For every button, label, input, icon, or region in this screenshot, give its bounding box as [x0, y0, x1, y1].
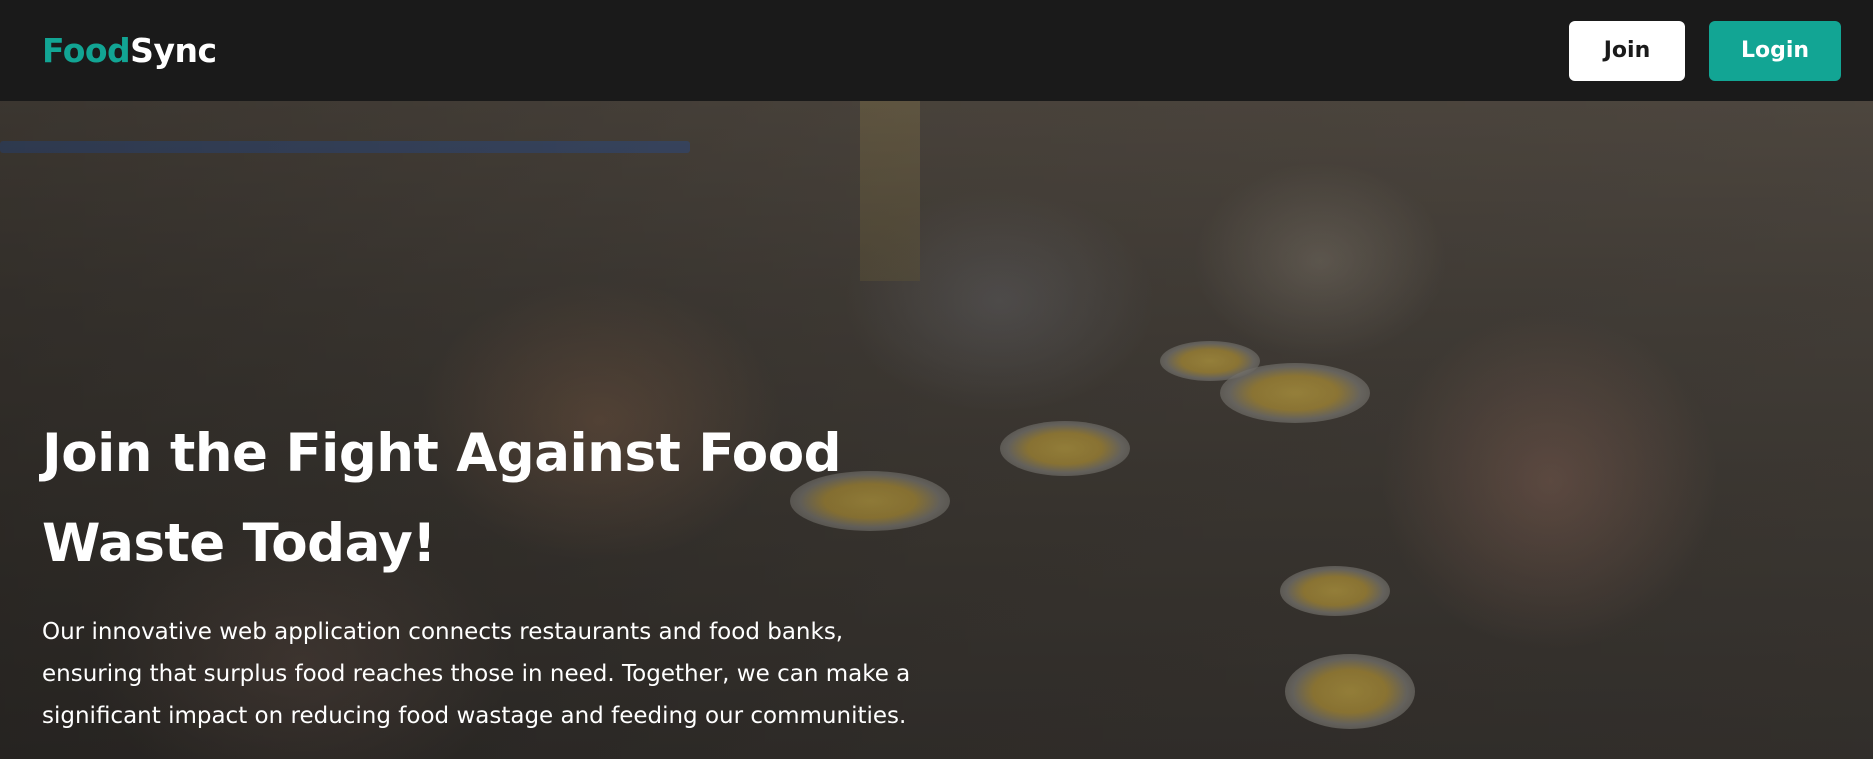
logo-text-sync: Sync: [130, 31, 217, 70]
top-navbar: Food Sync Join Login: [0, 0, 1873, 101]
logo-text-food: Food: [42, 31, 131, 70]
login-button[interactable]: Login: [1709, 20, 1841, 81]
hero-description: Our innovative web application connects …: [42, 619, 911, 729]
hero-section: Join the Fight Against Food Waste Today!…: [0, 101, 1873, 759]
hero-content: Join the Fight Against Food Waste Today!…: [42, 409, 942, 737]
hero-title: Join the Fight Against Food Waste Today!: [42, 423, 842, 574]
nav-actions: Join Login: [1569, 20, 1841, 81]
brand-logo[interactable]: Food Sync: [42, 31, 217, 70]
join-button[interactable]: Join: [1569, 20, 1685, 81]
